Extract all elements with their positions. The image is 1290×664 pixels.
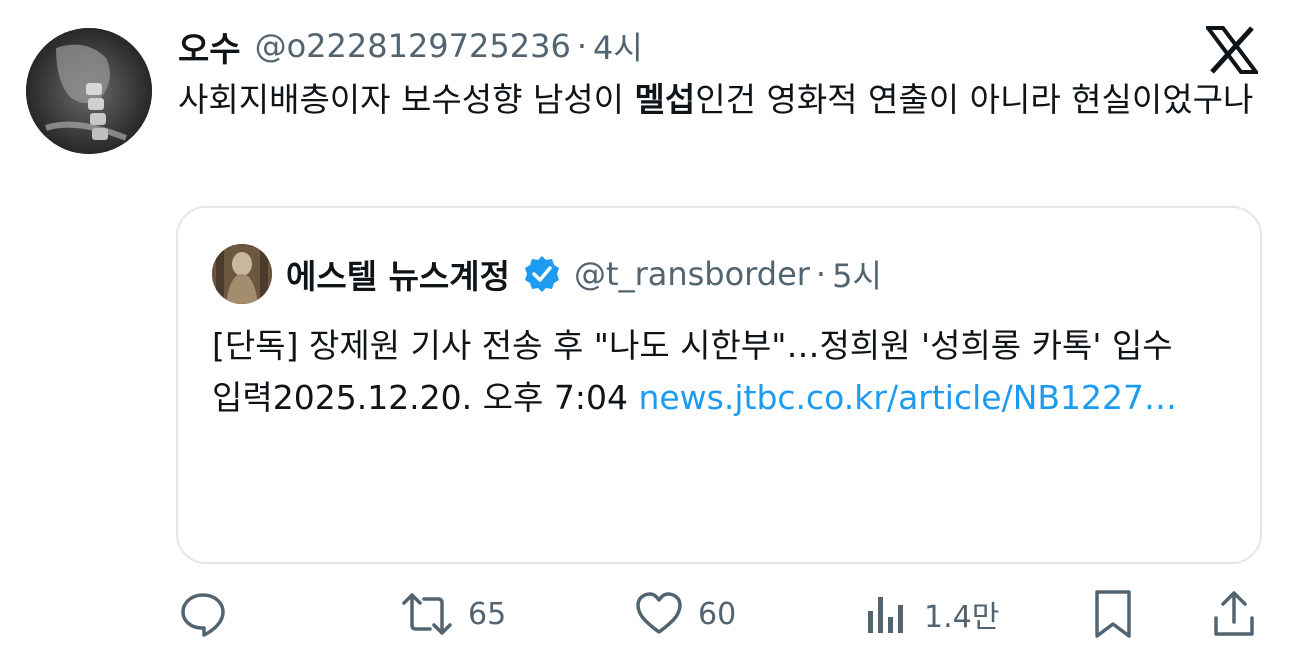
retweet-icon xyxy=(400,589,454,639)
action-bar: 65 60 1.4만 xyxy=(0,584,1290,644)
quote-author-name: 에스텔 뉴스계정 xyxy=(286,257,511,296)
author-name[interactable]: 오수 xyxy=(178,22,241,71)
views-icon xyxy=(862,589,910,639)
x-logo-icon xyxy=(1204,26,1260,74)
quote-author-avatar xyxy=(212,244,272,304)
quote-date: 입력2025.12.20. 오후 7:04 xyxy=(212,378,639,417)
separator-dot: · xyxy=(576,27,587,65)
like-button[interactable]: 60 xyxy=(634,584,736,644)
author-handle[interactable]: @o2228129725236 xyxy=(255,27,571,65)
tweet-text-bold: 멜섭 xyxy=(634,80,696,119)
bookmark-icon xyxy=(1090,588,1136,640)
author-avatar[interactable] xyxy=(26,28,152,154)
share-button[interactable] xyxy=(1210,584,1258,644)
tweet-text: 사회지배층이자 보수성향 남성이 멜섭인건 영화적 연출이 아니라 현실이었구나 xyxy=(178,76,1268,124)
share-icon xyxy=(1210,588,1258,640)
quote-header: 에스텔 뉴스계정 @t_ransborder · 5시 xyxy=(286,248,882,300)
like-count: 60 xyxy=(698,596,737,632)
retweet-count: 65 xyxy=(468,596,507,632)
quote-text: [단독] 장제원 기사 전송 후 "나도 시한부"…정희원 '성희롱 카톡' 입… xyxy=(212,320,1222,424)
views-button[interactable]: 1.4만 xyxy=(862,584,999,644)
bookmark-button[interactable] xyxy=(1090,584,1136,644)
tweet-header: 오수 @o2228129725236 · 4시 xyxy=(178,22,643,70)
verified-badge-icon xyxy=(522,254,562,294)
separator-dot: · xyxy=(815,255,827,293)
quote-link[interactable]: news.jtbc.co.kr/article/NB1227… xyxy=(638,378,1177,417)
retweet-button[interactable]: 65 xyxy=(400,584,506,644)
views-count: 1.4만 xyxy=(924,600,1000,635)
quote-headline: [단독] 장제원 기사 전송 후 "나도 시한부"…정희원 '성희롱 카톡' 입… xyxy=(212,326,1173,365)
reply-icon xyxy=(178,589,228,639)
quoted-tweet-card[interactable]: 에스텔 뉴스계정 @t_ransborder · 5시 [단독] 장제원 기사 … xyxy=(176,206,1262,564)
tweet-time[interactable]: 4시 xyxy=(593,23,643,69)
tweet-text-part: 사회지배층이자 보수성향 남성이 xyxy=(178,80,635,119)
quote-time: 5시 xyxy=(832,257,882,295)
heart-icon xyxy=(634,589,684,639)
tweet-text-part: 인건 영화적 연출이 아니라 현실이었구나 xyxy=(695,80,1254,119)
quote-author-handle: @t_ransborder xyxy=(574,255,810,293)
reply-button[interactable] xyxy=(178,584,228,644)
